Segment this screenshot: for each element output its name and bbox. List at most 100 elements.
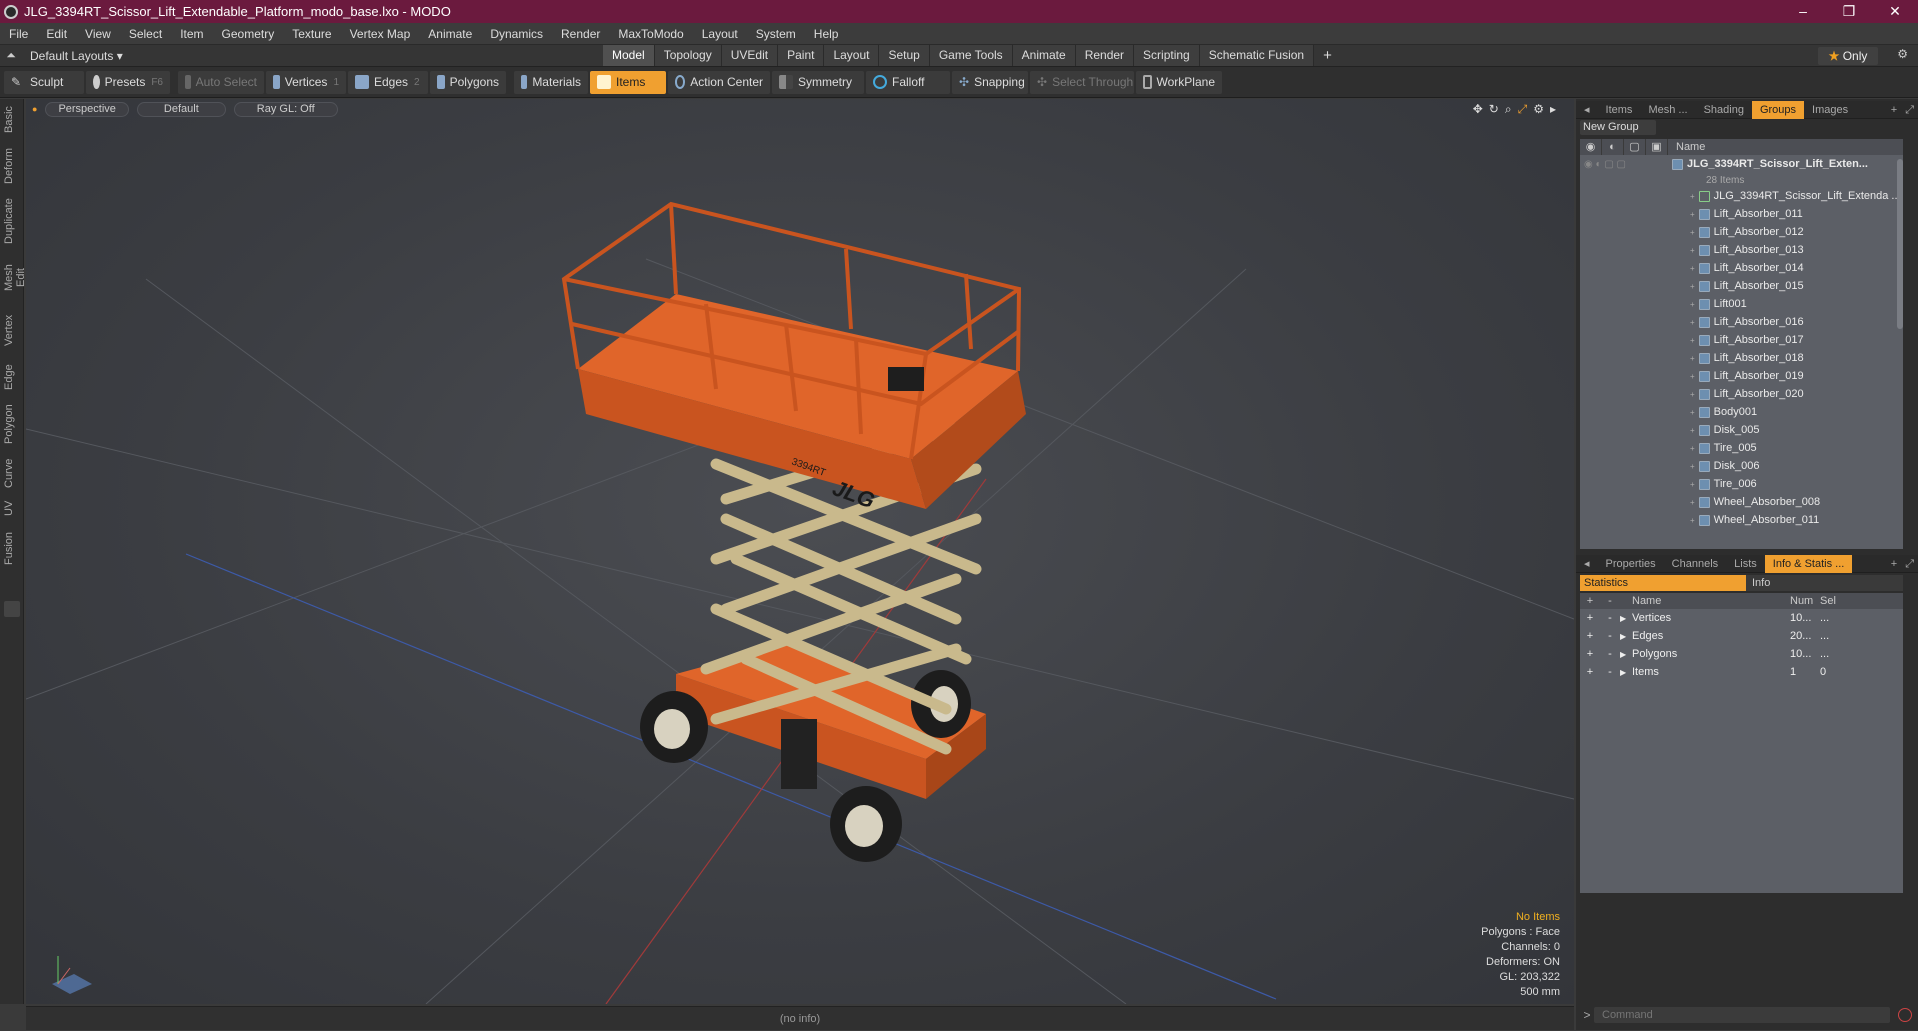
tree-item[interactable]: + Lift_Absorber_016 [1690,313,1804,331]
tree-item[interactable]: + Lift_Absorber_019 [1690,367,1804,385]
panel-expand-icon[interactable]: ⤢ [1901,555,1918,573]
visibility-col-icon[interactable]: ◉ [1580,139,1602,155]
tab-scripting[interactable]: Scripting [1134,45,1200,66]
sculpt-button[interactable]: ✎ Sculpt [4,70,84,94]
falloff-button[interactable]: Falloff [866,70,950,94]
vtab-basic[interactable]: Basic [3,105,21,135]
fit-icon[interactable]: ⤢ [1518,102,1528,117]
menu-edit[interactable]: Edit [37,27,76,41]
tab-layout[interactable]: Layout [824,45,880,66]
workplane-button[interactable]: WorkPlane [1136,70,1222,94]
close-button[interactable]: ✕ [1872,0,1918,23]
tab-topology[interactable]: Topology [654,45,722,66]
viewport-menu-icon[interactable]: ● [32,104,37,114]
add-icon[interactable]: + [1580,648,1600,660]
vtab-polygon[interactable]: Polygon [3,403,21,445]
tree-item[interactable]: + Wheel_Absorber_011 [1690,511,1819,529]
expand-all-icon[interactable]: + [1580,593,1600,609]
tab-uvedit[interactable]: UVEdit [721,45,779,66]
expand-icon[interactable]: + [1690,246,1695,255]
tree-item[interactable]: + Disk_005 [1690,421,1760,439]
menu-item[interactable]: Item [171,27,212,41]
tree-item[interactable]: + Tire_005 [1690,439,1757,457]
tab-game-tools[interactable]: Game Tools [929,45,1013,66]
expand-icon[interactable]: + [1690,480,1695,489]
menu-maxtomodo[interactable]: MaxToModo [609,27,692,41]
render-col-icon[interactable]: ◐ [1602,139,1624,155]
vtab-edge[interactable]: Edge [3,363,21,391]
expand-icon[interactable]: + [1690,390,1695,399]
add-tab-icon[interactable]: + [1314,45,1341,66]
expand-icon[interactable]: + [1690,426,1695,435]
expand-icon[interactable]: + [1690,210,1695,219]
remove-icon[interactable]: - [1600,630,1620,642]
tab-lists[interactable]: Lists [1726,555,1765,573]
tree-item[interactable]: + Lift_Absorber_020 [1690,385,1804,403]
collapse-all-icon[interactable]: - [1600,593,1620,609]
only-toggle-button[interactable]: ★ Only [1818,47,1878,65]
snapping-button[interactable]: ✣ Snapping [952,70,1028,94]
stats-row[interactable]: + - ▶ Vertices 10... ... [1580,609,1903,627]
expand-icon[interactable]: + [1690,228,1695,237]
stats-row[interactable]: + - ▶ Polygons 10... ... [1580,645,1903,663]
tab-shading[interactable]: Shading [1696,101,1752,119]
expand-icon[interactable]: + [1690,498,1695,507]
action-center-button[interactable]: Action Center [668,70,770,94]
raygl-toggle[interactable]: Ray GL: Off [233,101,338,117]
zoom-icon[interactable]: ⌕ [1505,102,1512,117]
tab-mesh[interactable]: Mesh ... [1640,101,1695,119]
tab-items[interactable]: Items [1598,101,1641,119]
panel-expand-icon[interactable]: ⤢ [1901,101,1918,119]
tree-item[interactable]: + Lift001 [1690,295,1747,313]
vtab-fusion[interactable]: Fusion [3,531,21,565]
gear-icon[interactable]: ⚙ [1897,47,1908,61]
viewport-settings-icon[interactable]: ⚙ [1533,102,1544,117]
vtab-curve[interactable]: Curve [3,457,21,489]
tree-item[interactable]: + Lift_Absorber_014 [1690,259,1804,277]
auto-select-button[interactable]: Auto Select [178,70,264,94]
view-mode-selector[interactable]: Perspective [45,101,129,117]
tab-animate[interactable]: Animate [1012,45,1076,66]
tab-setup[interactable]: Setup [879,45,930,66]
panel-collapse-icon[interactable]: ◂ [1576,555,1598,573]
symmetry-button[interactable]: Symmetry [772,70,864,94]
menu-layout[interactable]: Layout [693,27,747,41]
expand-icon[interactable]: + [1690,282,1695,291]
menu-texture[interactable]: Texture [283,27,340,41]
panel-add-icon[interactable]: + [1887,101,1901,119]
expand-icon[interactable]: + [1690,300,1695,309]
rotate-icon[interactable]: ↻ [1489,102,1499,117]
tree-item[interactable]: + Disk_006 [1690,457,1760,475]
group-root-row[interactable]: JLG_3394RT_Scissor_Lift_Exten... [1672,155,1868,173]
tab-images[interactable]: Images [1804,101,1856,119]
menu-select[interactable]: Select [120,27,171,41]
expand-icon[interactable]: + [1690,462,1695,471]
vtab-mesh-edit[interactable]: Mesh Edit [3,255,27,301]
tree-item[interactable]: + Lift_Absorber_012 [1690,223,1804,241]
select-col-icon[interactable]: ▣ [1646,139,1668,155]
menu-system[interactable]: System [747,27,805,41]
tree-item[interactable]: + Lift_Absorber_011 [1690,205,1803,223]
tree-item[interactable]: + JLG_3394RT_Scissor_Lift_Extenda ... [1690,187,1901,205]
info-subtab[interactable]: Info [1746,575,1903,591]
add-icon[interactable]: + [1580,666,1600,678]
panel-collapse-icon[interactable]: ◂ [1576,101,1598,119]
select-through-button[interactable]: ✣ Select Through [1030,70,1134,94]
tab-groups[interactable]: Groups [1751,100,1805,119]
expand-icon[interactable]: + [1690,264,1695,273]
items-button[interactable]: Items [590,70,666,94]
command-input[interactable] [1594,1007,1890,1023]
expand-icon[interactable]: + [1690,516,1695,525]
viewport-expand-icon[interactable]: ▸ [1550,102,1556,117]
lock-col-icon[interactable]: ▢ [1624,139,1646,155]
tree-item[interactable]: + Lift_Absorber_013 [1690,241,1804,259]
expand-icon[interactable]: + [1690,354,1695,363]
stats-row[interactable]: + - ▶ Edges 20... ... [1580,627,1903,645]
expand-icon[interactable]: ▶ [1620,614,1632,623]
remove-icon[interactable]: - [1600,612,1620,624]
panel-add-icon[interactable]: + [1887,555,1901,573]
add-icon[interactable]: + [1580,612,1600,624]
vtab-uv[interactable]: UV [3,499,21,517]
record-macro-icon[interactable] [1898,1008,1912,1022]
expand-icon[interactable]: ▶ [1620,650,1632,659]
